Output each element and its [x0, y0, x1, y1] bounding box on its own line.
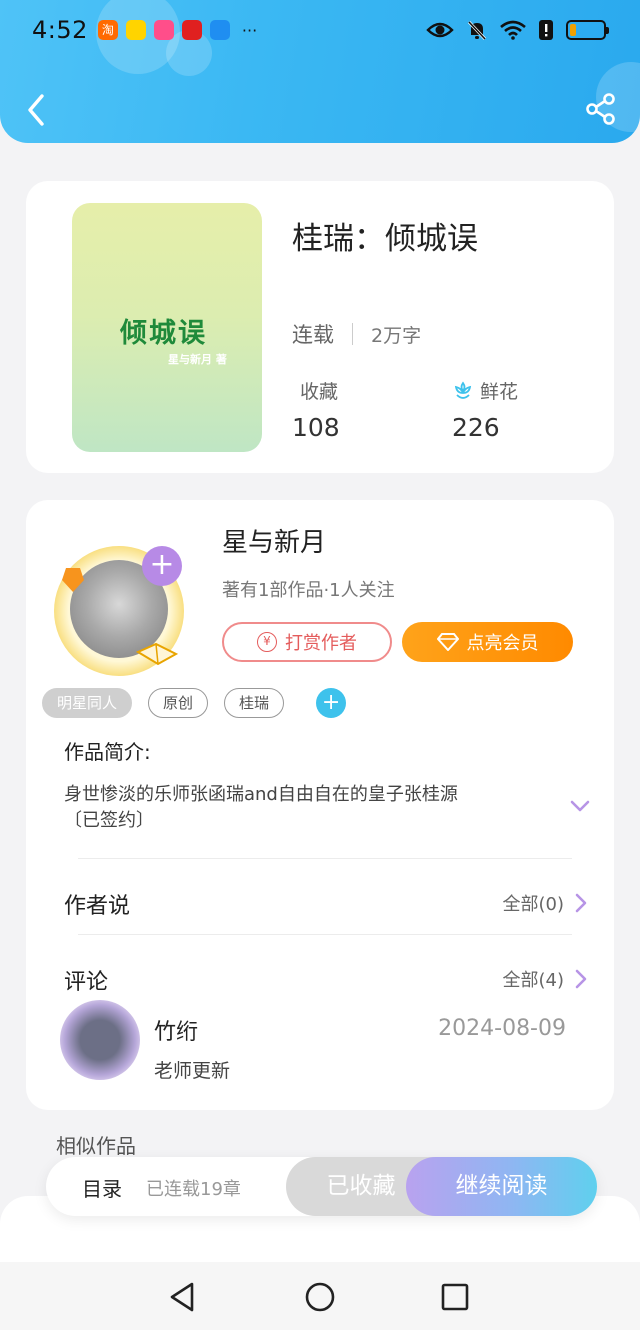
tag-list: 明星同人 原创 桂瑞 + — [42, 688, 347, 718]
alert-icon — [539, 20, 553, 40]
details-card: + 星与新月 著有1部作品·1人关注 ¥ 打赏作者 点亮会员 明星同人 原创 桂… — [26, 500, 614, 1110]
chapter-count: 已连载19章 — [146, 1179, 241, 1200]
status-right — [426, 19, 609, 41]
huawei-icon — [181, 20, 202, 40]
book-title: 桂瑞：倾城误 — [292, 221, 478, 257]
follow-author-button[interactable]: + — [142, 546, 182, 586]
cover-title: 倾城误 — [120, 318, 207, 349]
share-button[interactable] — [584, 92, 618, 126]
intro-text: 身世惨淡的乐师张函瑞and自由自在的皇子张桂源 〔已签约〕 — [64, 782, 544, 834]
book-status: 连载 — [292, 323, 334, 347]
nav-back-icon[interactable] — [166, 1280, 200, 1314]
flower-icon — [454, 380, 472, 399]
book-decoration-icon — [136, 642, 178, 666]
commenter-name[interactable]: 竹绗 — [154, 1014, 198, 1046]
mute-bell-icon — [467, 20, 487, 41]
commenter-avatar[interactable] — [60, 1000, 140, 1080]
status-time: 4:52 — [32, 16, 88, 44]
chevron-right-icon — [575, 969, 587, 989]
toc-button[interactable]: 目录 — [82, 1173, 122, 1202]
nav-recents-icon[interactable] — [438, 1280, 472, 1314]
lantern-decoration-icon — [62, 568, 84, 592]
expand-chevron-icon[interactable] — [568, 794, 592, 818]
vip-button[interactable]: 点亮会员 — [402, 622, 573, 662]
comments-count: 全部(4) — [502, 970, 565, 991]
reward-author-button[interactable]: ¥ 打赏作者 — [222, 622, 392, 662]
flowers-label: 鲜花 — [480, 381, 519, 403]
cover-subtitle: 星与新月 著 — [168, 353, 227, 366]
battery-level — [570, 24, 577, 36]
author-says-title: 作者说 — [64, 894, 131, 919]
author-says-count: 全部(0) — [502, 894, 565, 915]
reward-label: 打赏作者 — [285, 633, 357, 654]
status-bar: 4:52 淘 ··· — [32, 14, 609, 46]
meta-divider — [352, 323, 353, 345]
comment-text[interactable]: 老师更新 — [154, 1056, 230, 1083]
tag-item[interactable]: 原创 — [148, 688, 209, 718]
book-info-card: 倾城误 星与新月 著 桂瑞：倾城误 连载 2万字 收藏 108 鲜花 226 — [26, 181, 614, 473]
author-says-link[interactable]: 全部(0) — [503, 890, 589, 916]
continue-reading-button[interactable]: 继续阅读 — [406, 1157, 597, 1216]
back-button[interactable] — [22, 90, 52, 130]
notification-icons: 淘 — [97, 20, 238, 40]
system-nav-bar — [0, 1262, 640, 1330]
intro-line: 〔已签约〕 — [64, 810, 154, 831]
nav-home-icon[interactable] — [303, 1280, 337, 1314]
divider — [78, 858, 572, 859]
wifi-icon — [500, 20, 526, 40]
app-icon-2 — [125, 20, 146, 40]
author-name[interactable]: 星与新月 — [222, 522, 326, 559]
intro-heading: 作品简介: — [64, 740, 151, 764]
author-info: 著有1部作品·1人关注 — [222, 580, 395, 601]
diamond-icon — [436, 633, 459, 651]
book-meta: 连载 2万字 — [292, 319, 421, 349]
app-icon-5 — [209, 20, 230, 40]
favorites-count: 108 — [292, 413, 340, 442]
word-count: 2万字 — [371, 324, 422, 347]
intro-line: 身世惨淡的乐师张函瑞and自由自在的皇子张桂源 — [64, 784, 458, 805]
comments-title: 评论 — [64, 970, 109, 995]
divider — [78, 934, 572, 935]
more-notifications: ··· — [241, 20, 258, 40]
app-icon-3 — [153, 20, 174, 40]
taobao-icon: 淘 — [97, 20, 118, 40]
header-bar: 4:52 淘 ··· — [0, 0, 640, 143]
add-tag-button[interactable]: + — [316, 688, 347, 718]
tag-item[interactable]: 桂瑞 — [224, 688, 285, 718]
eye-icon — [426, 22, 454, 38]
flowers-stat[interactable]: 鲜花 — [452, 377, 518, 404]
comments-link[interactable]: 全部(4) — [503, 966, 589, 992]
vip-label: 点亮会员 — [466, 633, 539, 654]
battery-icon — [566, 20, 609, 40]
similar-works-title: 相似作品 — [56, 1134, 136, 1158]
comment-date: 2024-08-09 — [438, 1016, 566, 1041]
flowers-count: 226 — [452, 413, 500, 442]
yen-icon: ¥ — [257, 632, 277, 652]
chevron-right-icon — [575, 893, 587, 913]
favorites-label: 收藏 — [300, 381, 339, 403]
book-cover[interactable]: 倾城误 星与新月 著 — [72, 203, 262, 452]
tag-item[interactable]: 明星同人 — [42, 688, 133, 718]
action-bar: 目录 已连载19章 已收藏 继续阅读 — [46, 1157, 597, 1216]
